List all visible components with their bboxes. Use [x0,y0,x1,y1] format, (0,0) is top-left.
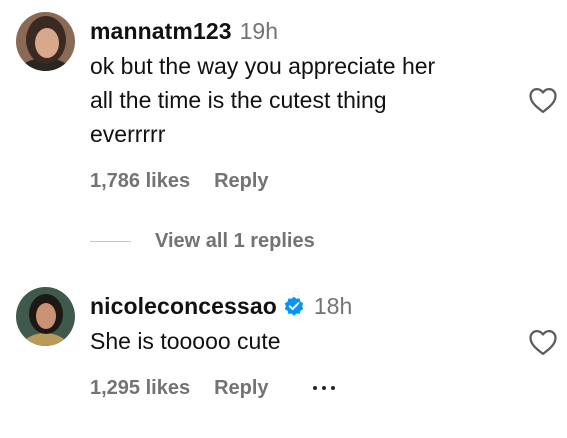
view-replies-label: View all 1 replies [155,229,315,252]
replies-divider [90,240,131,242]
username[interactable]: mannatm123 [90,18,232,45]
comment-text-line: everrrrr [90,121,166,147]
more-dot [330,386,335,390]
avatar-nicoleconcessao[interactable] [16,287,75,346]
likes-count[interactable]: 1,295 likes [90,377,190,400]
more-dot [312,386,317,390]
avatar-mannatm123[interactable] [16,12,75,71]
comment-actions: 1,786 likes Reply [90,166,269,196]
heart-outline-icon[interactable] [528,328,558,356]
comment-header: mannatm123 19h [90,15,278,47]
timestamp[interactable]: 19h [240,18,278,45]
more-options-icon[interactable] [312,378,335,398]
likes-count[interactable]: 1,786 likes [90,170,190,193]
comment-text: She is tooooo cute [90,328,281,354]
comment-text: ok but the way you appreciate her all th… [90,49,510,151]
comment-text-line: ok but the way you appreciate her [90,53,436,79]
comment-header: nicoleconcessao 18h [90,290,352,322]
avatar-image [16,287,75,346]
comment-actions: 1,295 likes Reply [90,373,335,403]
reply-button[interactable]: Reply [214,377,268,400]
view-replies-button[interactable]: View all 1 replies [90,226,315,256]
heart-outline-icon[interactable] [528,86,558,114]
comment-text-line: all the time is the cutest thing [90,87,387,113]
username[interactable]: nicoleconcessao [90,293,277,320]
timestamp[interactable]: 18h [314,293,352,320]
more-dot [321,386,326,390]
avatar-image [16,12,75,71]
verified-badge-icon [284,296,304,316]
reply-button[interactable]: Reply [214,170,268,193]
